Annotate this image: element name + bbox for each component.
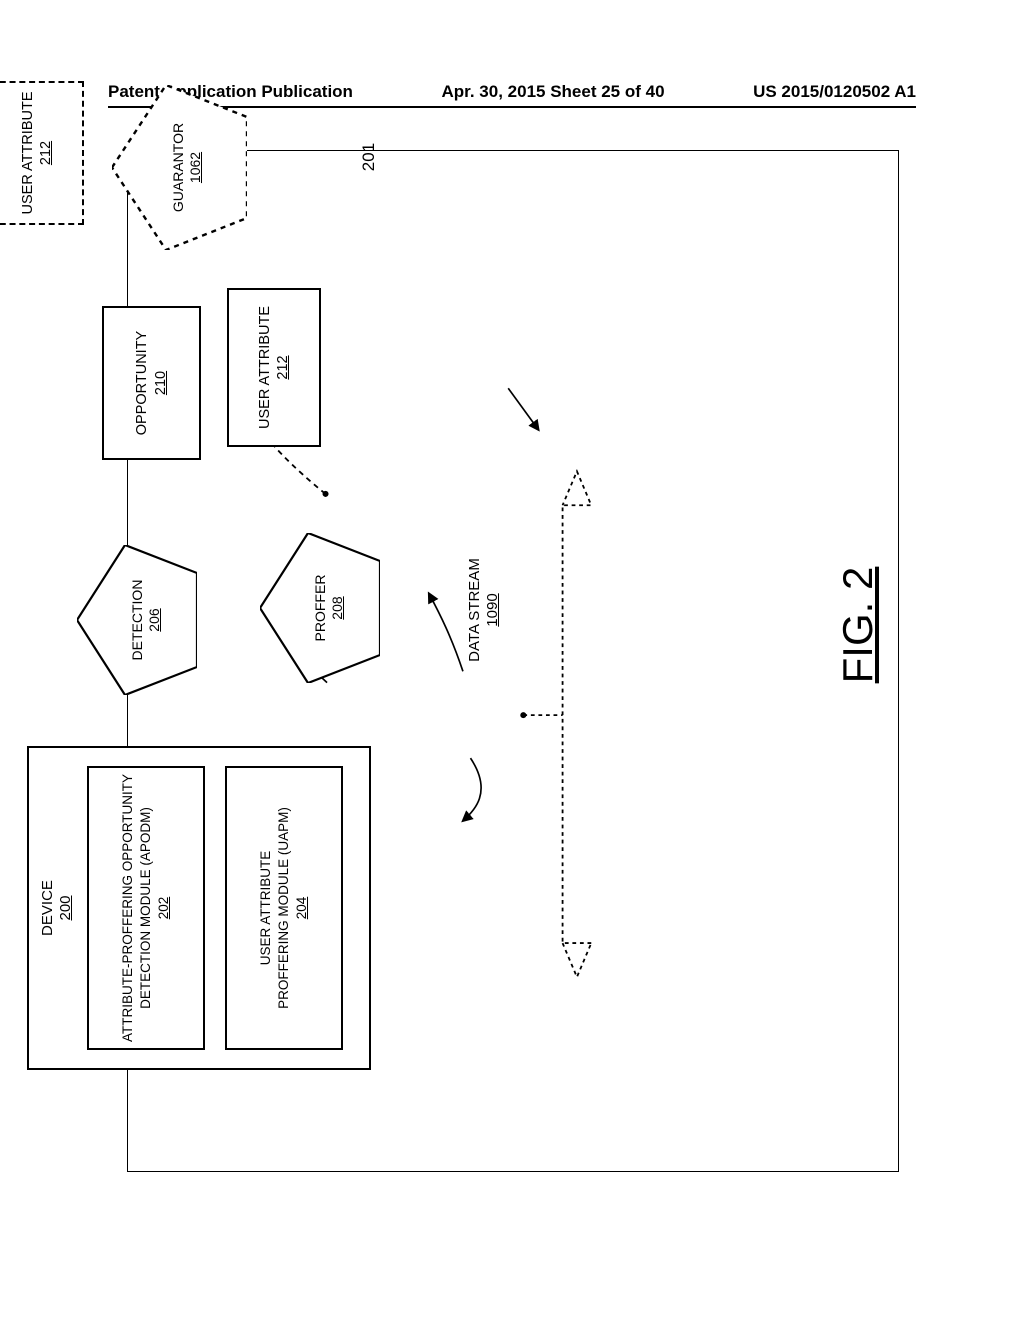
detection-pentagon: DETECTION 206 [77,545,197,695]
device-box: DEVICE 200 ATTRIBUTE-PROFFERING OPPORTUN… [27,746,371,1070]
device-title: DEVICE 200 [39,748,75,1068]
uapm-module: USER ATTRIBUTE PROFFERING MODULE (UAPM) … [225,766,343,1050]
diagram: DEVICE 200 ATTRIBUTE-PROFFERING OPPORTUN… [2,275,1022,1045]
apodm-module: ATTRIBUTE-PROFFERING OPPORTUNITY DETECTI… [87,766,205,1050]
opportunity-box: OPPORTUNITY 210 [102,306,201,460]
ref-201: 201 [354,127,384,187]
data-stream-label: DATA STREAM 1090 [462,530,506,690]
user-attribute-dashed-box: USER ATTRIBUTE 212 [0,81,84,225]
page: Patent Application Publication Apr. 30, … [0,0,1024,1320]
header-mid: Apr. 30, 2015 Sheet 25 of 40 [442,82,665,102]
header-right: US 2015/0120502 A1 [753,82,916,102]
user-attribute-box: USER ATTRIBUTE 212 [227,288,321,447]
figure-label: FIG. 2 [834,567,882,684]
guarantor-pentagon: GUARANTOR 1062 [112,85,247,250]
proffer-pentagon: PROFFER 208 [260,533,380,683]
